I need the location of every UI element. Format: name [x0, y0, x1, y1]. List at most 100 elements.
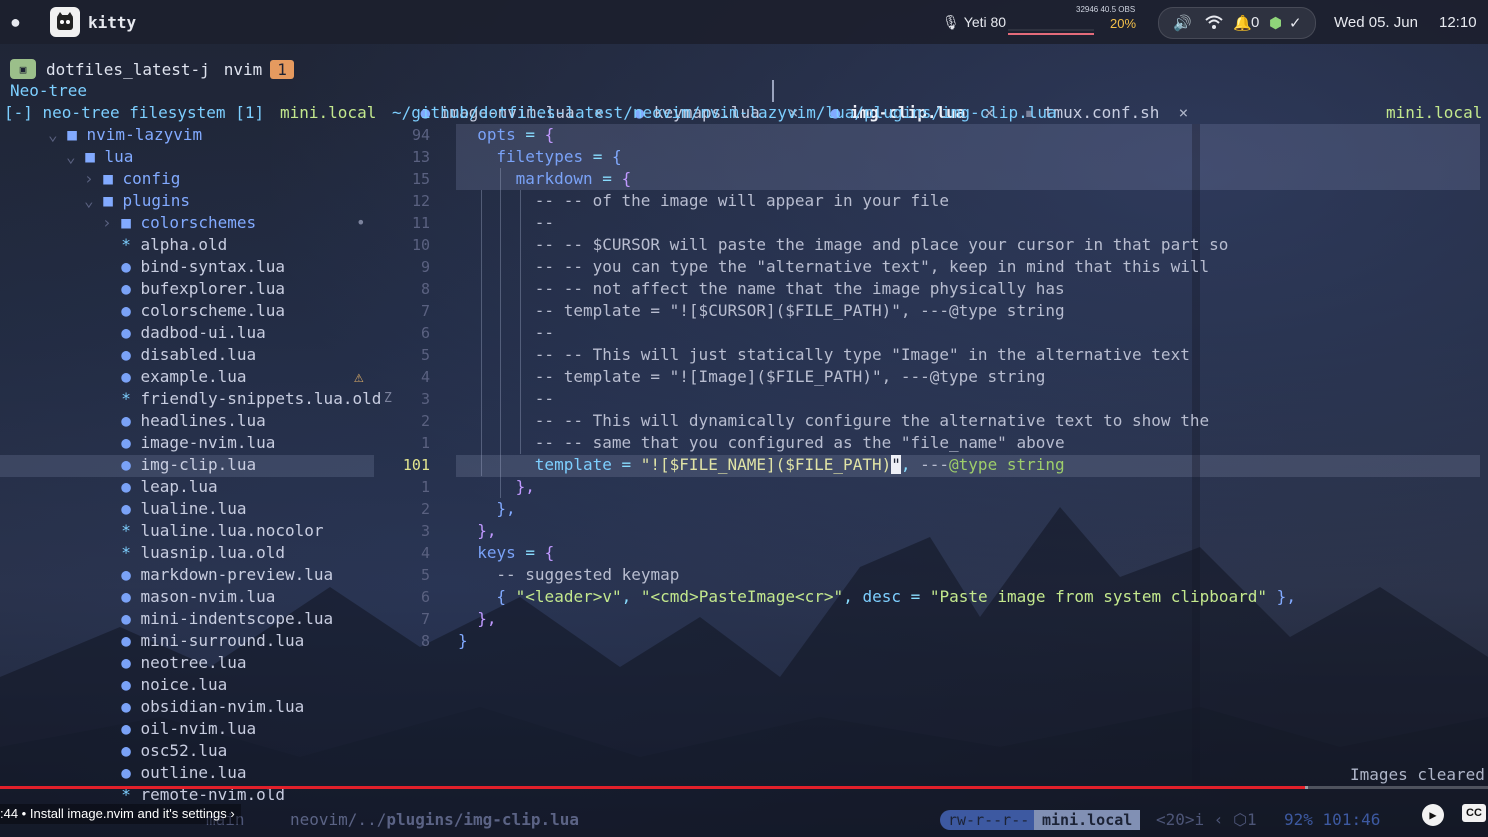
tree-item[interactable]: › ■ config	[84, 168, 180, 190]
tree-item[interactable]: ● mini-indentscope.lua	[102, 608, 333, 630]
code-line[interactable]: keys = {	[477, 542, 554, 564]
code-line[interactable]: { "<leader>v", "<cmd>PasteImage<cr>", de…	[496, 586, 1296, 608]
code-line[interactable]: --	[535, 388, 554, 410]
code-token: {	[544, 543, 555, 562]
close-icon[interactable]: ×	[1179, 103, 1189, 122]
tree-item[interactable]: ● outline.lua	[102, 762, 246, 784]
volume-icon[interactable]: 🔊	[1173, 14, 1192, 32]
tree-item[interactable]: › ■ colorschemes	[102, 212, 256, 234]
tree-item[interactable]: ● example.lua	[102, 366, 246, 388]
code-line[interactable]: filetypes = {	[496, 146, 621, 168]
tree-item-label: bufexplorer.lua	[140, 279, 286, 298]
menubar-date[interactable]: Wed 05. Jun	[1334, 0, 1418, 44]
tree-item[interactable]: ● obsidian-nvim.lua	[102, 696, 304, 718]
play-icon[interactable]: ▶	[1422, 804, 1444, 826]
code-line[interactable]: },	[516, 476, 535, 498]
tree-item[interactable]: ● mini-surround.lua	[102, 630, 304, 652]
folder-icon: ■	[85, 147, 105, 166]
menubar-time[interactable]: 12:10	[1439, 0, 1477, 44]
lua-file-icon: ●	[121, 279, 141, 298]
code-token: -- -- of the image will appear in your f…	[534, 191, 950, 210]
tree-item-selected[interactable]: ● img-clip.lua	[102, 454, 256, 476]
tmux-window-index[interactable]: 1	[270, 59, 294, 79]
tree-item[interactable]: ● markdown-preview.lua	[102, 564, 333, 586]
tree-item[interactable]: ● oil-nvim.lua	[102, 718, 256, 740]
tree-item[interactable]: ● image-nvim.lua	[102, 432, 275, 454]
stats-small: 32946 40.5 OBS	[1076, 5, 1135, 14]
tmux-session-name[interactable]: dotfiles_latest-j	[46, 60, 210, 79]
tree-item[interactable]: ● mason-nvim.lua	[102, 586, 275, 608]
tree-item[interactable]: ● colorscheme.lua	[102, 300, 285, 322]
tree-item[interactable]: ● headlines.lua	[102, 410, 266, 432]
kitty-app-icon[interactable]	[50, 7, 80, 37]
apple-menu-icon[interactable]: ●	[10, 0, 21, 44]
folder-icon: ■	[103, 191, 123, 210]
tree-item[interactable]: ⌄ ■ lua	[66, 146, 133, 168]
video-chapter-title[interactable]: :44 • Install image.nvim and it's settin…	[0, 804, 241, 824]
tree-item[interactable]: ● lualine.lua	[102, 498, 246, 520]
code-line[interactable]: },	[477, 608, 496, 630]
code-line[interactable]: -- -- you can type the "alternative text…	[535, 256, 1209, 278]
weather-status[interactable]: 🎙 Yeti 80	[942, 0, 1006, 44]
code-line[interactable]: -- template = "![$CURSOR]($FILE_PATH)", …	[535, 300, 1065, 322]
code-line[interactable]: -- -- This will just statically type "Im…	[535, 344, 1190, 366]
indent-guide	[481, 190, 483, 476]
code-line[interactable]: -- -- This will dynamically configure th…	[535, 410, 1209, 432]
tmux-window-name[interactable]: nvim	[224, 60, 263, 79]
tree-item[interactable]: ● neotree.lua	[102, 652, 246, 674]
microphone-icon: 🎙	[942, 13, 960, 30]
tree-item-label: mason-nvim.lua	[140, 587, 276, 606]
control-pill[interactable]: 🔊 🔔 0 ⬢ ✓	[1158, 7, 1316, 39]
code-line[interactable]: opts = {	[477, 124, 554, 146]
tree-item[interactable]: ● bufexplorer.lua	[102, 278, 285, 300]
bell-icon[interactable]: 🔔	[1233, 14, 1252, 32]
tree-item[interactable]: ● dadbod-ui.lua	[102, 322, 266, 344]
code-line[interactable]: -- -- $CURSOR will paste the image and p…	[535, 234, 1229, 256]
tree-item[interactable]: * luasnip.lua.old	[102, 542, 285, 564]
captions-button[interactable]: CC	[1462, 804, 1486, 822]
code-token: =	[592, 169, 622, 188]
code-line[interactable]: -- -- same that you configured as the "f…	[535, 432, 1065, 454]
lua-file-icon: ●	[121, 499, 141, 518]
code-line[interactable]: markdown = {	[516, 168, 632, 190]
tree-item[interactable]: ● noice.lua	[102, 674, 227, 696]
warning-icon: ⚠	[354, 367, 364, 386]
tree-item[interactable]: ● bind-syntax.lua	[102, 256, 285, 278]
tree-item-label: bind-syntax.lua	[140, 257, 286, 276]
stat-b: 40.5 OBS	[1100, 5, 1136, 14]
code-token: desc	[862, 587, 901, 606]
code-line[interactable]: -- suggested keymap	[496, 564, 679, 586]
active-app-name[interactable]: kitty	[88, 0, 136, 44]
tree-item[interactable]: * alpha.old	[102, 234, 227, 256]
code-line[interactable]: template = "![$FILE_NAME]($FILE_PATH)", …	[535, 454, 1065, 476]
neo-tree-title: Neo-tree	[10, 81, 88, 100]
code-token: --	[534, 213, 555, 232]
cube-icon[interactable]: ⬢	[1269, 14, 1282, 32]
stat-percent: 20%	[1110, 16, 1137, 31]
tree-item[interactable]: ● leap.lua	[102, 476, 217, 498]
code-line[interactable]: -- -- not affect the name that the image…	[535, 278, 1065, 300]
tree-item[interactable]: ⌄ ■ plugins	[84, 190, 190, 212]
tree-item[interactable]: ⌄ ■ nvim-lazyvim	[48, 124, 202, 146]
tree-item-label: luasnip.lua.old	[140, 543, 286, 562]
code-line[interactable]: --	[535, 322, 554, 344]
tree-item[interactable]: * lualine.lua.nocolor	[102, 520, 323, 542]
code-line[interactable]: }	[458, 630, 468, 652]
wifi-icon[interactable]	[1205, 14, 1223, 34]
lua-file-icon: ●	[121, 477, 141, 496]
code-line[interactable]: },	[496, 498, 515, 520]
line-number: 3	[420, 522, 430, 540]
code-token: --	[534, 389, 555, 408]
tree-item[interactable]: ● disabled.lua	[102, 344, 256, 366]
code-line[interactable]: -- template = "![Image]($FILE_PATH)", --…	[535, 366, 1046, 388]
code-line[interactable]: },	[477, 520, 496, 542]
tree-item[interactable]: * friendly-snippets.lua.old	[102, 388, 381, 410]
tree-item[interactable]: ● osc52.lua	[102, 740, 227, 762]
code-line[interactable]: --	[535, 212, 554, 234]
code-line[interactable]: -- -- of the image will appear in your f…	[535, 190, 949, 212]
status-host: mini.local	[1034, 810, 1141, 830]
video-progress-bar[interactable]	[0, 786, 1488, 789]
